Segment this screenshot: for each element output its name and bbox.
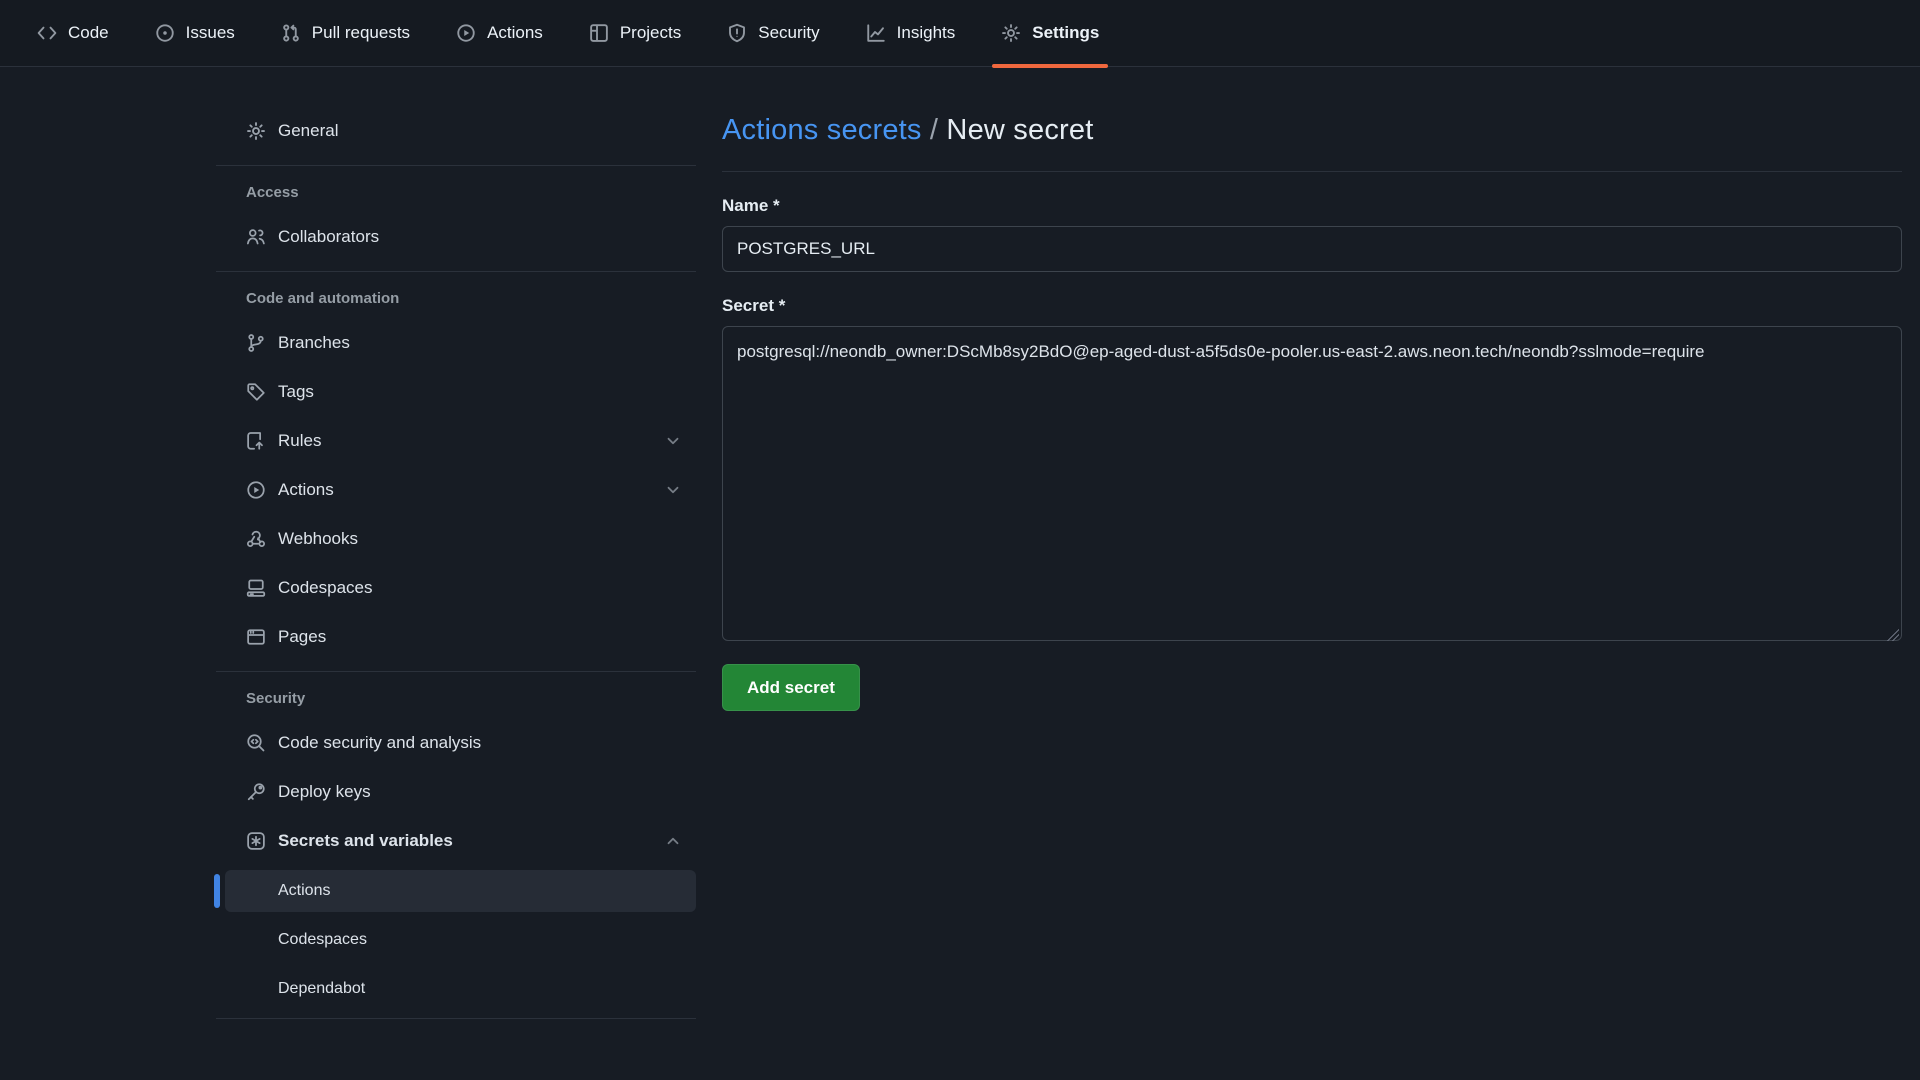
chevron-down-icon [664,432,682,450]
actions-secrets-link[interactable]: Actions secrets [722,114,922,146]
sidebar-item-deploy-keys[interactable]: Deploy keys [216,772,696,812]
secret-value-textarea[interactable]: postgresql://neondb_owner:DScMb8sy2BdO@e… [722,326,1902,641]
people-icon [246,227,266,247]
page-title: Actions secrets / New secret [722,114,1902,147]
tab-code[interactable]: Code [14,0,132,66]
breadcrumb-separator: / [922,114,947,146]
sidebar-item-label: Actions [278,480,334,500]
sidebar-subitem-label: Actions [278,882,330,900]
tab-settings[interactable]: Settings [978,0,1122,66]
project-table-icon [589,23,609,43]
sidebar-divider [216,671,696,672]
tab-issues[interactable]: Issues [132,0,258,66]
sidebar-item-pages[interactable]: Pages [216,617,696,657]
sidebar-subitem-dependabot-secrets[interactable]: Dependabot [225,968,696,1010]
add-secret-button[interactable]: Add secret [722,664,860,711]
sidebar-item-label: Codespaces [278,578,373,598]
sidebar-item-label: General [278,121,338,141]
sidebar-item-collaborators[interactable]: Collaborators [216,217,696,257]
sidebar-item-code-security[interactable]: Code security and analysis [216,723,696,763]
tab-label: Code [68,23,109,43]
sidebar-item-label: Pages [278,627,326,647]
sidebar-subitem-label: Dependabot [278,980,365,998]
pages-icon [246,627,266,647]
sidebar-item-branches[interactable]: Branches [216,323,696,363]
tab-label: Issues [186,23,235,43]
gear-icon [246,121,266,141]
tab-label: Pull requests [312,23,410,43]
sidebar-section-security: Security [216,690,696,707]
branch-icon [246,333,266,353]
rules-icon [246,431,266,451]
secret-name-input[interactable] [722,226,1902,272]
play-icon [246,480,266,500]
chevron-down-icon [664,481,682,499]
tab-security[interactable]: Security [704,0,842,66]
tab-projects[interactable]: Projects [566,0,704,66]
sidebar-item-rules[interactable]: Rules [216,421,696,461]
sidebar-divider [216,271,696,272]
new-secret-panel: Actions secrets / New secret Name * Secr… [722,67,1902,1019]
issue-icon [155,23,175,43]
sidebar-item-label: Branches [278,333,350,353]
play-icon [456,23,476,43]
sidebar-item-label: Webhooks [278,529,358,549]
sidebar-section-access: Access [216,184,696,201]
pull-request-icon [281,23,301,43]
name-field-label: Name * [722,196,1902,216]
code-icon [37,23,57,43]
sidebar-divider [216,165,696,166]
sidebar-item-label: Deploy keys [278,782,371,802]
sidebar-item-secrets-variables[interactable]: Secrets and variables [216,821,696,861]
tab-label: Actions [487,23,543,43]
breadcrumb-current: New secret [946,114,1093,146]
sidebar-item-label: Secrets and variables [278,831,453,851]
settings-sidebar: General Access Collaborators Code and au… [216,67,696,1019]
graph-icon [866,23,886,43]
key-icon [246,782,266,802]
sidebar-section-code-automation: Code and automation [216,290,696,307]
tab-label: Settings [1032,23,1099,43]
tab-actions[interactable]: Actions [433,0,566,66]
sidebar-item-label: Rules [278,431,321,451]
tab-pull-requests[interactable]: Pull requests [258,0,433,66]
tab-label: Security [758,23,819,43]
sidebar-subitem-codespaces-secrets[interactable]: Codespaces [225,919,696,961]
repo-tab-bar: Code Issues Pull requests Actions Projec… [0,0,1920,67]
sidebar-item-tags[interactable]: Tags [216,372,696,412]
sidebar-item-actions[interactable]: Actions [216,470,696,510]
sidebar-item-webhooks[interactable]: Webhooks [216,519,696,559]
sidebar-item-label: Code security and analysis [278,733,481,753]
sidebar-item-codespaces[interactable]: Codespaces [216,568,696,608]
sidebar-subitem-label: Codespaces [278,931,367,949]
tag-icon [246,382,266,402]
webhook-icon [246,529,266,549]
code-scan-icon [246,733,266,753]
tab-insights[interactable]: Insights [843,0,979,66]
sidebar-subitem-actions-secrets[interactable]: Actions [225,870,696,912]
sidebar-item-general[interactable]: General [216,111,696,151]
heading-divider [722,171,1902,172]
sidebar-item-label: Tags [278,382,314,402]
gear-icon [1001,23,1021,43]
sidebar-item-label: Collaborators [278,227,379,247]
tab-label: Insights [897,23,956,43]
codespaces-icon [246,578,266,598]
sidebar-divider [216,1018,696,1019]
secret-asterisk-icon [246,831,266,851]
shield-icon [727,23,747,43]
secret-field-label: Secret * [722,296,1902,316]
tab-label: Projects [620,23,681,43]
chevron-up-icon [664,832,682,850]
